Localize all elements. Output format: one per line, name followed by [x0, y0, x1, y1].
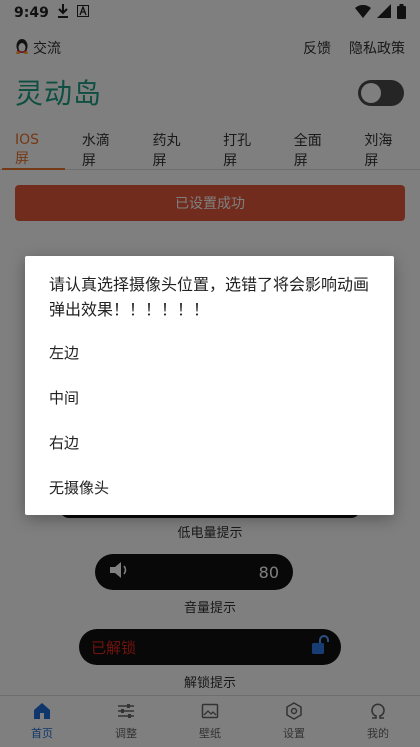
option-no-camera[interactable]: 无摄像头	[49, 477, 109, 498]
dialog-message: 请认真选择摄像头位置，选错了将会影响动画弹出效果！！！！！！	[49, 275, 370, 319]
camera-position-dialog: 请认真选择摄像头位置，选错了将会影响动画弹出效果！！！！！！ 左边 中间 右边 …	[25, 256, 394, 515]
option-left[interactable]: 左边	[49, 342, 79, 363]
option-right[interactable]: 右边	[49, 432, 79, 453]
option-center[interactable]: 中间	[49, 387, 79, 408]
